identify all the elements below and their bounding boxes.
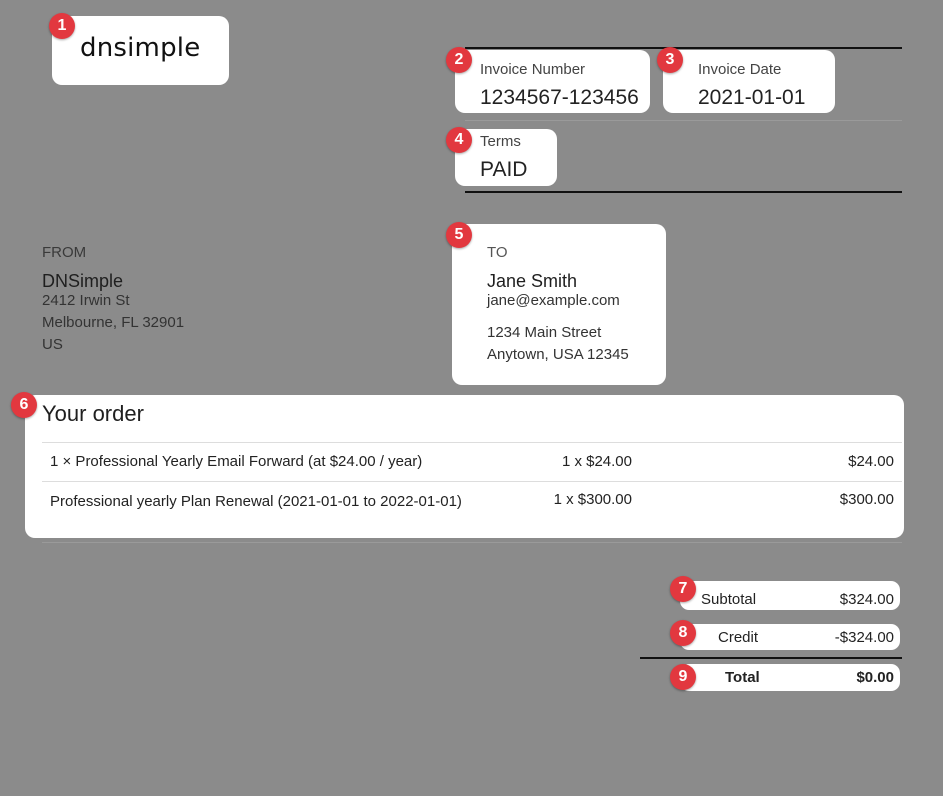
to-card: TO Jane Smith jane@example.com 1234 Main… [452, 224, 666, 385]
logo-card: dnsimple [52, 16, 229, 85]
from-city: Melbourne, FL 32901 [42, 314, 185, 331]
to-street: 1234 Main Street [487, 324, 602, 341]
terms-value: PAID [480, 158, 528, 181]
callout-badge-7: 7 [670, 576, 696, 602]
callout-badge-3: 3 [657, 47, 683, 73]
subtotal-label: Subtotal [701, 591, 757, 608]
invoice-number-label: Invoice Number [480, 61, 586, 78]
invoice-number-card: Invoice Number 1234567-123456 [455, 50, 650, 113]
order-title: Your order [42, 401, 144, 426]
subtotal-value: $324.00 [839, 591, 894, 608]
terms-label: Terms [480, 133, 521, 150]
total-label: Total [725, 669, 760, 686]
to-heading: TO [487, 244, 508, 261]
header-bottom-divider [465, 191, 902, 193]
credit-label: Credit [718, 629, 759, 646]
order-header-divider [42, 442, 902, 443]
total-row: Total $0.00 [680, 664, 900, 691]
header-mid-divider [465, 120, 902, 121]
order-row-divider [42, 481, 902, 482]
from-name: DNSimple [42, 271, 124, 291]
order-card: Your order 1 × Professional Yearly Email… [25, 395, 904, 538]
from-heading: FROM [42, 244, 87, 261]
invoice-date-card: Invoice Date 2021-01-01 [663, 50, 835, 113]
callout-badge-1: 1 [49, 13, 75, 39]
invoice-date-label: Invoice Date [698, 61, 782, 78]
invoice-date-value: 2021-01-01 [698, 86, 806, 109]
order-row-description: Professional yearly Plan Renewal (2021-0… [50, 493, 462, 510]
order-row-quantity: 1 x $300.00 [553, 491, 632, 508]
company-logo: dnsimple [80, 33, 201, 63]
order-row-quantity: 1 x $24.00 [561, 453, 632, 470]
to-name: Jane Smith [487, 271, 578, 291]
from-street: 2412 Irwin St [42, 292, 130, 309]
callout-badge-8: 8 [670, 620, 696, 646]
order-row-description: 1 × Professional Yearly Email Forward (a… [50, 453, 423, 470]
callout-badge-2: 2 [446, 47, 472, 73]
from-country: US [42, 336, 63, 353]
order-bottom-divider [42, 542, 902, 543]
order-row-amount: $24.00 [848, 453, 894, 470]
totals-divider [640, 657, 902, 659]
subtotal-row: Subtotal $324.00 [680, 581, 900, 610]
order-row-amount: $300.00 [839, 491, 894, 508]
callout-badge-4: 4 [446, 127, 472, 153]
credit-value: -$324.00 [834, 629, 894, 646]
to-email: jane@example.com [487, 292, 620, 309]
total-value: $0.00 [856, 669, 894, 686]
callout-badge-5: 5 [446, 222, 472, 248]
to-city: Anytown, USA 12345 [487, 346, 629, 363]
callout-badge-6: 6 [11, 392, 37, 418]
header-top-divider [465, 47, 902, 49]
callout-badge-9: 9 [670, 664, 696, 690]
invoice-number-value: 1234567-123456 [480, 86, 639, 109]
credit-row: Credit -$324.00 [680, 624, 900, 650]
